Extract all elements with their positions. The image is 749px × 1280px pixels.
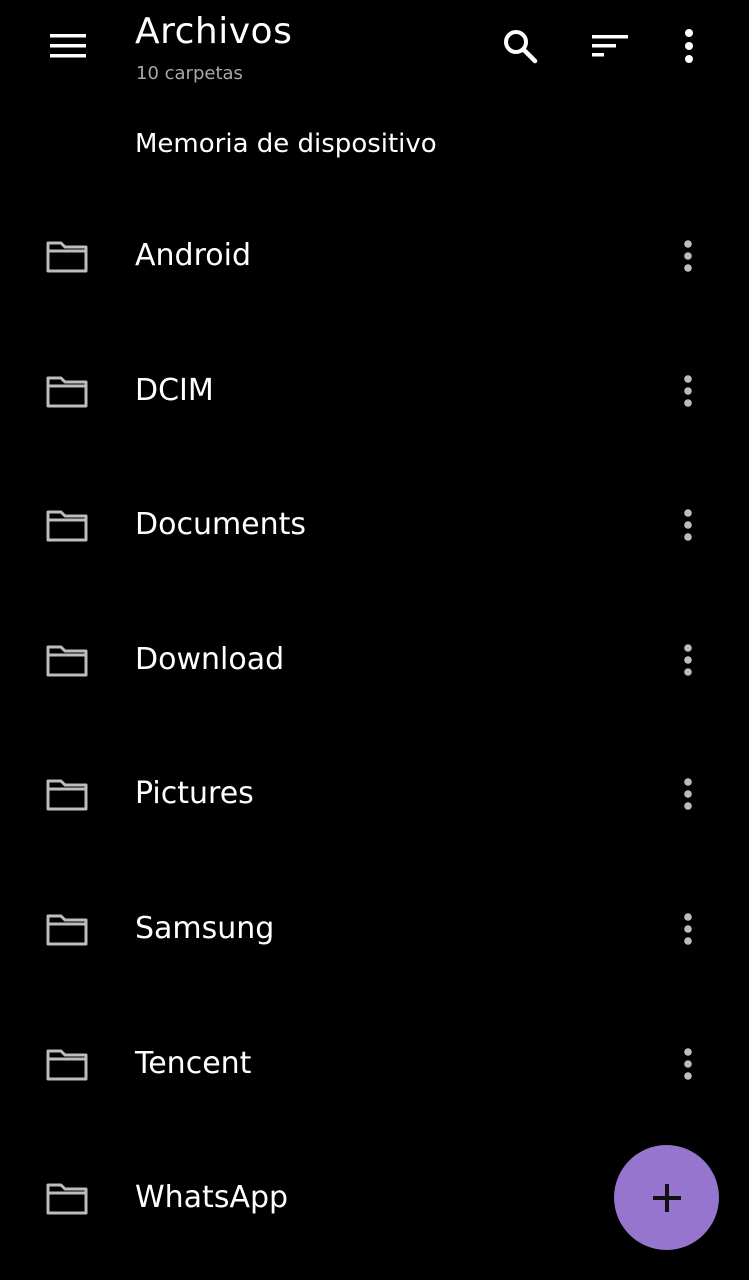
more-vert-icon	[684, 913, 692, 945]
folder-icon	[46, 241, 88, 273]
more-vert-icon	[685, 29, 693, 63]
folder-options-button[interactable]	[664, 770, 712, 818]
folder-row-download[interactable]: Download	[0, 593, 749, 728]
folder-row-tencent[interactable]: Tencent	[0, 997, 749, 1132]
folder-options-button[interactable]	[664, 232, 712, 280]
folder-icon	[46, 1183, 88, 1215]
page-title: Archivos	[135, 11, 293, 52]
more-vert-icon	[684, 643, 692, 676]
folder-options-button[interactable]	[664, 501, 712, 549]
folder-options-button[interactable]	[664, 367, 712, 415]
more-vert-icon	[684, 778, 692, 811]
more-vert-icon	[684, 240, 692, 272]
folder-row-pictures[interactable]: Pictures	[0, 727, 749, 862]
search-icon	[504, 30, 538, 64]
folder-label: Documents	[135, 507, 307, 543]
sort-icon	[592, 35, 628, 57]
overflow-menu-button[interactable]	[661, 18, 717, 74]
folder-icon	[46, 914, 88, 946]
folder-label: Samsung	[135, 910, 275, 946]
storage-section-header: Memoria de dispositivo	[135, 129, 437, 159]
top-app-bar: Archivos 10 carpetas	[0, 0, 749, 92]
folder-list: Android DCIM Documents Download Pictures…	[0, 189, 749, 1266]
folder-label: WhatsApp	[135, 1180, 289, 1216]
menu-icon	[50, 34, 86, 58]
folder-label: Pictures	[135, 776, 254, 812]
add-icon	[652, 1183, 681, 1212]
folder-options-button[interactable]	[664, 636, 712, 684]
more-vert-icon	[684, 1047, 692, 1080]
folder-icon	[46, 779, 88, 811]
folder-row-samsung[interactable]: Samsung	[0, 862, 749, 997]
folder-label: Download	[135, 641, 285, 677]
page-subtitle: 10 carpetas	[136, 63, 243, 84]
folder-icon	[46, 645, 88, 677]
add-folder-fab[interactable]	[614, 1145, 719, 1250]
search-button[interactable]	[492, 18, 548, 74]
sort-button[interactable]	[582, 18, 638, 74]
more-vert-icon	[684, 374, 692, 407]
folder-label: Android	[135, 238, 251, 273]
folder-icon	[46, 376, 88, 408]
folder-row-android[interactable]: Android	[0, 189, 749, 324]
folder-label: Tencent	[135, 1045, 252, 1081]
folder-icon	[46, 510, 88, 542]
folder-label: DCIM	[135, 372, 214, 408]
folder-row-dcim[interactable]: DCIM	[0, 324, 749, 459]
more-vert-icon	[684, 509, 692, 541]
folder-row-documents[interactable]: Documents	[0, 458, 749, 593]
folder-icon	[46, 1049, 88, 1081]
folder-options-button[interactable]	[664, 1040, 712, 1088]
folder-options-button[interactable]	[664, 905, 712, 953]
menu-button[interactable]	[40, 18, 96, 74]
